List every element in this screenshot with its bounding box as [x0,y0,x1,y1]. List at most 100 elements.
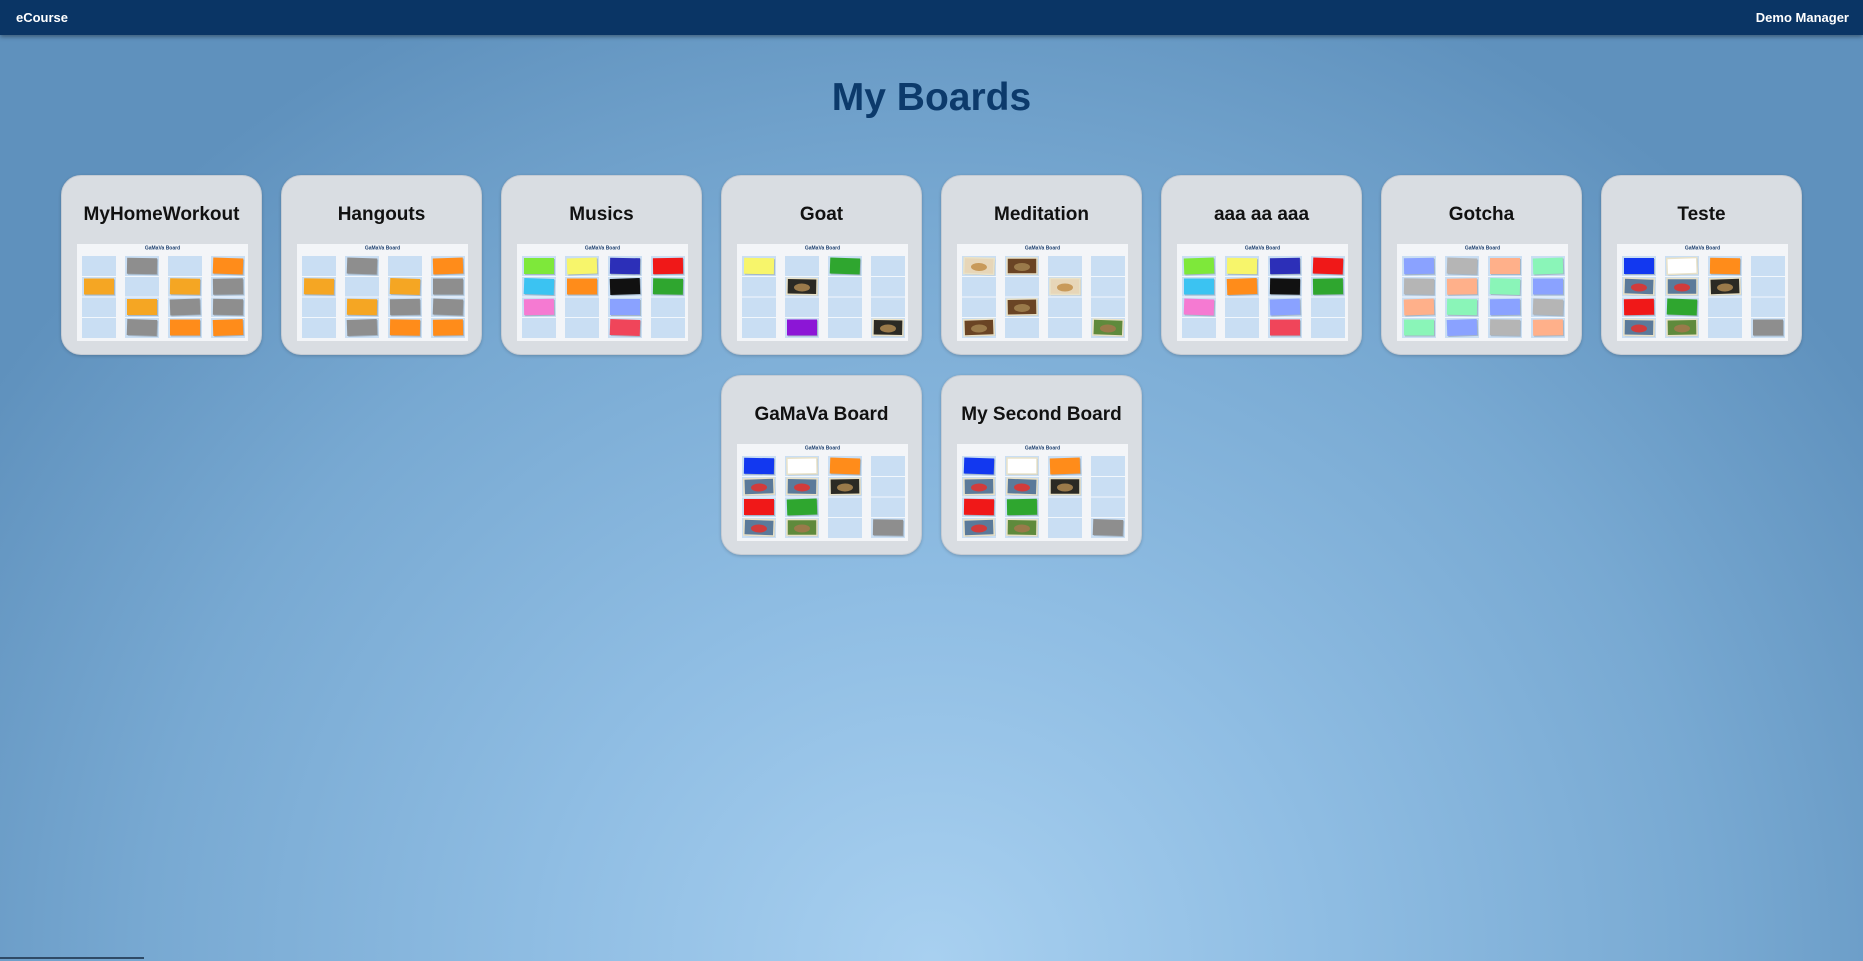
board-preview-card [389,319,422,337]
board-title: Goat [799,204,844,225]
board-preview-card [169,298,202,317]
board-card[interactable]: MyHomeWorkout GaMaVa Board [61,175,262,355]
board-preview-card [609,318,642,338]
board-preview-card [566,257,599,276]
board-preview-card [1532,257,1565,276]
board-preview-card [169,278,202,296]
board-preview-card [346,298,379,317]
board-preview-svg: GaMaVa Board [742,246,905,338]
board-preview-card [567,278,598,296]
board-preview-card [1092,518,1125,538]
board-preview-card [1489,277,1522,297]
user-menu[interactable]: Demo Manager [1756,10,1849,25]
board-preview-card [1269,298,1302,317]
board-preview-card [212,278,245,296]
board-preview-card [1709,257,1742,276]
board-title: GaMaVa Board [754,404,889,425]
board-preview-card [84,278,115,296]
board-preview-title: GaMaVa Board [1025,246,1060,252]
board-preview-svg: GaMaVa Board [1402,246,1565,338]
board-preview-card [829,477,862,496]
board-preview-card [1049,477,1081,496]
board-preview-card [1533,278,1564,296]
board-preview-card [1623,298,1656,317]
board-card[interactable]: Meditation GaMaVa Board [941,175,1142,355]
board-preview-thumbnail: GaMaVa Board [1617,244,1788,341]
board-preview-card [1269,257,1302,276]
board-preview-card [610,299,641,316]
board-preview-card [1665,256,1699,276]
board-preview-card [743,257,776,276]
board-preview-card [1183,298,1216,317]
board-preview-title: GaMaVa Board [1025,446,1060,452]
board-card[interactable]: Hangouts GaMaVa Board [281,175,482,355]
board-preview-card [1666,298,1699,317]
board-preview-title: GaMaVa Board [365,246,400,252]
scroll-indicator [0,957,144,959]
board-preview-card [1622,277,1656,297]
board-preview-title: GaMaVa Board [1465,246,1500,252]
board-preview-card [432,257,465,276]
board-preview-card [389,277,422,297]
board-preview-card [432,319,465,337]
board-preview-card [170,319,201,337]
board-preview-card [1226,257,1259,276]
board-preview-thumbnail: GaMaVa Board [517,244,688,341]
board-preview-card [1403,278,1436,296]
board-preview-card [303,278,336,296]
board-title: Teste [1677,204,1726,225]
board-preview-card [787,319,818,337]
board-preview-card [1532,298,1565,317]
board-preview-svg: GaMaVa Board [742,446,905,538]
board-preview-svg: GaMaVa Board [962,446,1125,538]
board-preview-card [1184,278,1215,296]
board-preview-card [1006,457,1038,475]
board-preview-card [1624,258,1655,275]
board-preview-card [872,318,905,337]
board-preview-card [346,318,379,337]
board-preview-card [786,456,819,476]
board-preview-title: GaMaVa Board [585,246,620,252]
board-preview-svg: GaMaVa Board [1182,246,1345,338]
board-preview-card [1404,319,1435,337]
board-preview-card [744,499,775,516]
board-card[interactable]: aaa aa aaa GaMaVa Board [1161,175,1362,355]
board-preview-card [742,518,776,538]
board-preview-card [786,518,818,537]
board-preview-card [742,477,776,496]
board-preview-card [212,257,245,276]
board-preview-card [1403,298,1436,317]
board-card[interactable]: Gotcha GaMaVa Board [1381,175,1582,355]
board-preview-card [1446,257,1479,276]
board-preview-card [1446,278,1479,296]
board-card[interactable]: My Second Board GaMaVa Board [941,375,1142,555]
board-preview-card [743,457,776,476]
board-preview-card [1269,278,1302,296]
board-preview-card [786,498,819,517]
board-card[interactable]: GaMaVa Board GaMaVa Board [721,375,922,555]
board-preview-card [1183,257,1216,276]
board-preview-card [1312,257,1345,276]
board-preview-card [1270,319,1301,337]
board-preview-card [212,318,245,337]
board-preview-card [1403,257,1436,276]
page-title: My Boards [831,76,1032,119]
board-preview-card [1446,298,1479,317]
board-preview-card [1226,277,1259,296]
board-title: Musics [569,204,634,225]
board-card[interactable]: Musics GaMaVa Board [501,175,702,355]
board-preview-card [127,299,158,316]
brand-link[interactable]: eCourse [16,10,68,25]
board-preview-card [1446,318,1479,337]
board-preview-card [1490,258,1521,275]
board-preview-title: GaMaVa Board [1245,246,1280,252]
board-preview-card [1091,318,1125,338]
board-preview-card [962,518,996,537]
board-card[interactable]: Goat GaMaVa Board [721,175,922,355]
board-card[interactable]: Teste GaMaVa Board [1601,175,1802,355]
board-preview-card [433,278,464,296]
board-preview-thumbnail: GaMaVa Board [737,244,908,341]
board-preview-card [1489,298,1522,317]
board-preview-card [523,298,556,317]
board-preview-card [1312,278,1345,296]
